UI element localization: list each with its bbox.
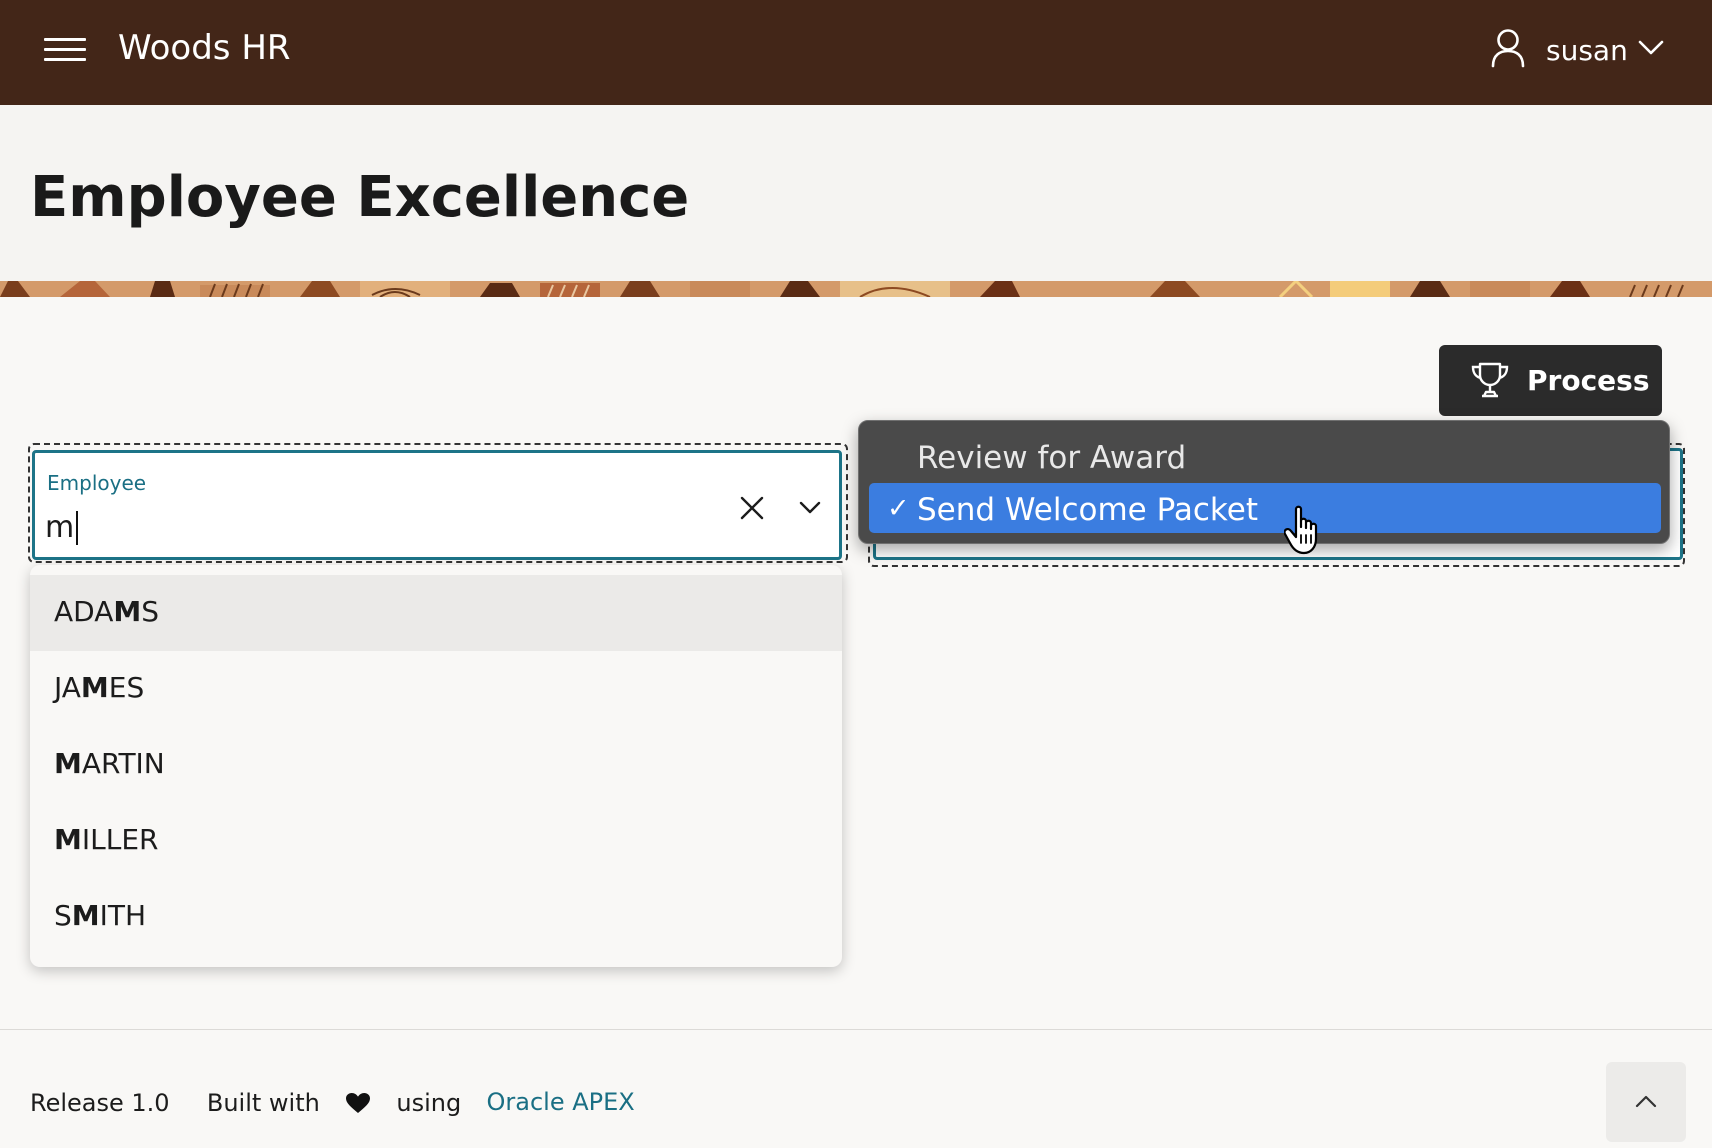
footer: Release 1.0 Built with using Oracle APEX [30, 1088, 635, 1117]
hamburger-menu-icon[interactable] [44, 36, 88, 66]
close-icon[interactable] [737, 493, 767, 523]
option-label: MARTIN [54, 747, 165, 780]
page-title-region: Employee Excellence [0, 105, 1712, 281]
text-caret [76, 511, 78, 545]
decorative-pattern-strip [0, 281, 1712, 297]
option-label: ADAMS [54, 595, 160, 628]
employee-option-martin[interactable]: MARTIN [30, 727, 842, 803]
process-button-label: Process [1527, 364, 1650, 397]
employee-option-miller[interactable]: MILLER [30, 803, 842, 879]
pointer-hand-icon [1284, 505, 1318, 555]
menu-option-send-welcome-packet[interactable]: ✓ Send Welcome Packet [869, 483, 1661, 533]
employee-field-label: Employee [47, 471, 147, 495]
chevron-down-icon[interactable] [795, 495, 825, 521]
footer-divider [0, 1029, 1712, 1030]
menu-option-review-for-award[interactable]: Review for Award [869, 431, 1661, 481]
employee-option-smith[interactable]: SMITH [30, 879, 842, 955]
process-button[interactable]: Process [1439, 345, 1662, 416]
using-label: using [396, 1089, 462, 1117]
chevron-up-icon [1635, 1095, 1657, 1108]
action-select-menu: Review for Award ✓ Send Welcome Packet [858, 420, 1670, 544]
page-title: Employee Excellence [30, 165, 690, 230]
top-navigation-bar: Woods HR susan [0, 0, 1712, 105]
scroll-to-top-button[interactable] [1606, 1062, 1686, 1142]
built-with-label: Built with [206, 1089, 320, 1117]
trophy-icon [1471, 362, 1509, 398]
option-label: SMITH [54, 899, 147, 932]
employee-option-adams[interactable]: ADAMS [30, 575, 842, 651]
employee-combobox[interactable]: Employee [32, 450, 842, 560]
user-icon [1491, 29, 1525, 68]
user-name: susan [1546, 34, 1628, 67]
option-label: MILLER [54, 823, 159, 856]
menu-option-label: Send Welcome Packet [917, 492, 1258, 528]
app-title[interactable]: Woods HR [118, 28, 291, 68]
checkmark-icon: ✓ [887, 493, 910, 524]
oracle-apex-link[interactable]: Oracle APEX [487, 1088, 635, 1116]
chevron-down-icon [1638, 40, 1664, 55]
user-menu-button[interactable]: susan [1490, 28, 1666, 72]
employee-option-james[interactable]: JAMES [30, 651, 842, 727]
option-label: JAMES [54, 671, 145, 704]
employee-results-list: ADAMS JAMES MARTIN MILLER SMITH [30, 565, 842, 967]
release-label: Release 1.0 [30, 1089, 170, 1117]
heart-icon [346, 1093, 371, 1113]
menu-option-label: Review for Award [917, 440, 1187, 476]
employee-search-input[interactable] [45, 505, 645, 549]
